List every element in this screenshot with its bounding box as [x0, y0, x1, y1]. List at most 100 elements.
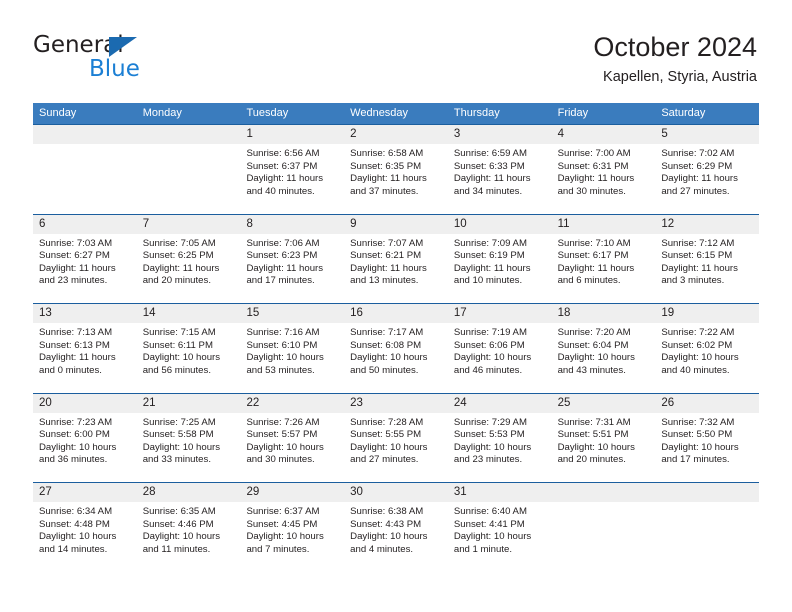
day-number: 6: [39, 217, 46, 230]
day-info-line: Daylight: 10 hours: [350, 531, 428, 543]
day-info-line: Sunset: 6:27 PM: [39, 250, 110, 262]
day-cell-5[interactable]: 5 Sunrise: 7:02 AM Sunset: 6:29 PM Daylight…: [655, 125, 760, 214]
day-cell-20[interactable]: 20 Sunrise: 7:23 AM Sunset: 6:00 PM Dayligh…: [33, 393, 137, 483]
day-info-line: Daylight: 11 hours: [557, 173, 635, 185]
day-number: 30: [350, 486, 363, 498]
day-number: 27: [39, 486, 52, 498]
day-info-line: Daylight: 11 hours: [246, 173, 324, 185]
day-number: 1: [246, 128, 253, 140]
day-info-line: and 53 minutes.: [246, 364, 315, 376]
day-cell-16[interactable]: 16 Sunrise: 7:17 AM Sunset: 6:08 PM Dayligh…: [344, 304, 448, 393]
day-cell-31[interactable]: 31 Sunrise: 6:40 AM Sunset: 4:41 PM Dayligh…: [447, 483, 552, 572]
day-cell-21[interactable]: 21 Sunrise: 7:25 AM Sunset: 5:58 PM Dayligh…: [136, 393, 241, 483]
calendar-week-row: 6 Sunrise: 7:03 AM Sunset: 6:27 PM Daylight…: [33, 213, 760, 304]
day-cell-11[interactable]: 11 Sunrise: 7:10 AM Sunset: 6:17 PM Dayligh…: [551, 214, 656, 304]
day-number-band: 31: [447, 483, 552, 502]
day-info-line: and 50 minutes.: [350, 364, 419, 376]
day-cell-13[interactable]: 13 Sunrise: 7:13 AM Sunset: 6:13 PM Dayligh…: [33, 304, 137, 393]
day-info-line: Daylight: 11 hours: [557, 262, 635, 274]
day-cell-17[interactable]: 17 Sunrise: 7:19 AM Sunset: 6:06 PM Dayligh…: [447, 304, 552, 393]
day-cell-3[interactable]: 3 Sunrise: 6:59 AM Sunset: 6:33 PM Daylight…: [447, 125, 552, 214]
calendar-week-row: 1 Sunrise: 6:56 AM Sunset: 6:37 PM Daylight…: [33, 124, 760, 214]
day-info-line: and 4 minutes.: [350, 543, 414, 555]
day-cell-9[interactable]: 9 Sunrise: 7:07 AM Sunset: 6:21 PM Daylight…: [344, 214, 448, 304]
day-number: 14: [142, 307, 156, 319]
day-cell-2[interactable]: 2 Sunrise: 6:58 AM Sunset: 6:35 PM Daylight…: [344, 125, 448, 214]
day-info-line: Sunrise: 6:35 AM: [142, 506, 216, 517]
day-cell-10[interactable]: 10 Sunrise: 7:09 AM Sunset: 6:19 PM Dayligh…: [447, 214, 552, 304]
day-number-band: 27: [33, 483, 137, 502]
page-subtitle: Kapellen, Styria, Austria: [603, 69, 757, 85]
day-info-line: Sunset: 5:53 PM: [453, 429, 525, 441]
day-cell-18[interactable]: 18 Sunrise: 7:20 AM Sunset: 6:04 PM Dayligh…: [551, 304, 656, 393]
day-info-line: and 46 minutes.: [453, 364, 523, 376]
day-info-line: Sunrise: 7:13 AM: [39, 327, 113, 338]
day-cell-empty: [136, 125, 241, 214]
weekday-header-row: Sunday Monday Tuesday Wednesday Thursday Frid…: [33, 103, 759, 124]
calendar-weeks: 1 Sunrise: 6:56 AM Sunset: 6:37 PM Daylight…: [33, 124, 760, 572]
day-sun-info: Sunrise: 7:07 AM Sunset: 6:21 PM Daylight:…: [344, 234, 448, 288]
day-number-band: 15: [240, 304, 345, 323]
day-number: 12: [661, 217, 675, 230]
day-info-line: Daylight: 11 hours: [350, 262, 427, 274]
day-number: 29: [246, 486, 260, 498]
day-cell-25[interactable]: 25 Sunrise: 7:31 AM Sunset: 5:51 PM Dayligh…: [551, 393, 656, 483]
day-sun-info: Sunrise: 7:28 AM Sunset: 5:55 PM Daylight:…: [344, 413, 448, 467]
day-number-band: 20: [33, 393, 137, 413]
day-cell-19[interactable]: 19 Sunrise: 7:22 AM Sunset: 6:02 PM Dayligh…: [655, 304, 760, 393]
day-cell-1[interactable]: 1 Sunrise: 6:56 AM Sunset: 6:37 PM Daylight…: [240, 125, 345, 214]
day-info-line: Daylight: 10 hours: [350, 352, 428, 364]
day-info-line: Sunrise: 7:26 AM: [246, 416, 320, 428]
day-info-line: Sunset: 5:58 PM: [142, 429, 214, 441]
day-cell-27[interactable]: 27 Sunrise: 6:34 AM Sunset: 4:48 PM Dayligh…: [33, 483, 137, 572]
day-info-line: Sunset: 6:25 PM: [142, 250, 214, 262]
calendar-grid: Sunday Monday Tuesday Wednesday Thursday Frid…: [33, 103, 760, 572]
day-info-line: Sunset: 6:33 PM: [453, 160, 525, 172]
day-sun-info: Sunrise: 7:02 AM Sunset: 6:29 PM Daylight:…: [655, 144, 759, 198]
day-number: 23: [350, 396, 363, 409]
day-number: 11: [557, 217, 570, 230]
day-cell-28[interactable]: 28 Sunrise: 6:35 AM Sunset: 4:46 PM Dayligh…: [136, 483, 241, 572]
day-cell-4[interactable]: 4 Sunrise: 7:00 AM Sunset: 6:31 PM Daylight…: [551, 125, 656, 214]
day-number: 28: [142, 486, 156, 498]
day-info-line: Sunrise: 7:07 AM: [350, 237, 424, 249]
day-sun-info: Sunrise: 6:40 AM Sunset: 4:41 PM Daylight:…: [448, 502, 552, 556]
day-info-line: and 30 minutes.: [557, 185, 626, 197]
day-info-line: Daylight: 11 hours: [453, 262, 531, 274]
day-cell-24[interactable]: 24 Sunrise: 7:29 AM Sunset: 5:53 PM Dayligh…: [447, 393, 552, 483]
day-cell-15[interactable]: 15 Sunrise: 7:16 AM Sunset: 6:10 PM Dayligh…: [240, 304, 345, 393]
day-cell-7[interactable]: 7 Sunrise: 7:05 AM Sunset: 6:25 PM Daylight…: [136, 214, 241, 304]
day-cell-22[interactable]: 22 Sunrise: 7:26 AM Sunset: 5:57 PM Dayligh…: [240, 393, 345, 483]
day-info-line: Sunset: 6:15 PM: [661, 250, 733, 262]
day-info-line: Daylight: 11 hours: [246, 262, 324, 274]
day-number-band: 30: [344, 483, 448, 502]
day-cell-8[interactable]: 8 Sunrise: 7:06 AM Sunset: 6:23 PM Daylight…: [240, 214, 345, 304]
day-info-line: and 56 minutes.: [142, 364, 211, 376]
day-number-band: 6: [33, 214, 137, 234]
day-info-line: Sunset: 6:04 PM: [557, 339, 629, 351]
day-number-band: 14: [136, 304, 241, 323]
day-cell-23[interactable]: 23 Sunrise: 7:28 AM Sunset: 5:55 PM Dayligh…: [344, 393, 448, 483]
general-blue-logo[interactable]: General Blue: [33, 33, 213, 85]
day-cell-30[interactable]: 30 Sunrise: 6:38 AM Sunset: 4:43 PM Dayligh…: [344, 483, 448, 572]
day-info-line: Sunrise: 7:23 AM: [39, 416, 113, 428]
day-sun-info: Sunrise: 6:58 AM Sunset: 6:35 PM Daylight:…: [344, 144, 448, 198]
day-cell-14[interactable]: 14 Sunrise: 7:15 AM Sunset: 6:11 PM Dayligh…: [136, 304, 241, 393]
day-info-line: Sunset: 5:51 PM: [557, 429, 629, 441]
day-number-band: 1: [240, 125, 345, 144]
day-number: 5: [661, 128, 668, 140]
day-info-line: Daylight: 11 hours: [142, 262, 220, 274]
day-sun-info: Sunrise: 7:09 AM Sunset: 6:19 PM Daylight:…: [448, 234, 552, 288]
day-cell-6[interactable]: 6 Sunrise: 7:03 AM Sunset: 6:27 PM Daylight…: [33, 214, 137, 304]
day-number: 16: [350, 307, 363, 319]
day-info-line: Sunset: 6:10 PM: [246, 339, 318, 351]
day-info-line: Daylight: 11 hours: [661, 262, 738, 274]
day-info-line: Daylight: 10 hours: [39, 441, 117, 453]
day-cell-26[interactable]: 26 Sunrise: 7:32 AM Sunset: 5:50 PM Dayligh…: [655, 393, 760, 483]
day-number-band: 21: [136, 393, 241, 413]
day-info-line: Daylight: 10 hours: [39, 531, 117, 543]
day-info-line: Sunrise: 7:32 AM: [661, 416, 735, 428]
day-cell-12[interactable]: 12 Sunrise: 7:12 AM Sunset: 6:15 PM Dayligh…: [655, 214, 760, 304]
day-number-band: 10: [447, 214, 552, 234]
day-cell-29[interactable]: 29 Sunrise: 6:37 AM Sunset: 4:45 PM Dayligh…: [240, 483, 345, 572]
